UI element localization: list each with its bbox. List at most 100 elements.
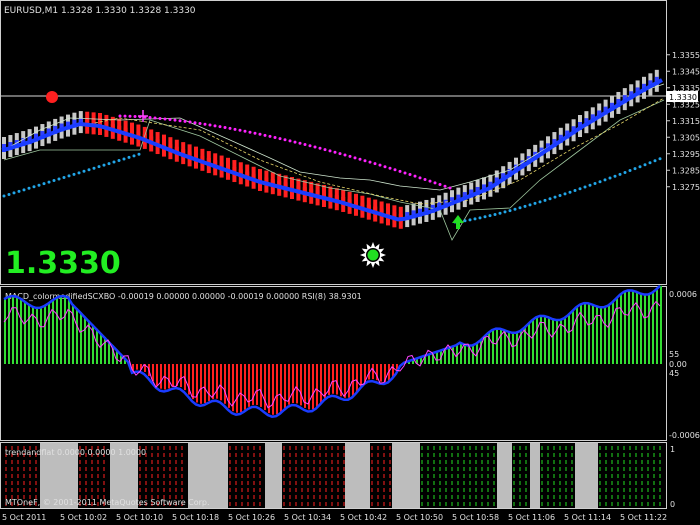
price-axis-label: 1.3345 <box>672 67 700 76</box>
lower-dot <box>2 194 6 198</box>
upper-dot <box>168 118 172 122</box>
lower-dot <box>618 172 622 176</box>
price-axis-label: 1.3355 <box>672 51 700 60</box>
macd-bar <box>284 364 286 408</box>
upper-dot <box>358 157 362 161</box>
lower-dot <box>77 171 81 175</box>
time-label: 5 Oct 11:14 <box>564 513 611 522</box>
trend-axis-label-0: 0 <box>670 500 675 509</box>
macd-bar <box>512 332 514 364</box>
lower-dot <box>493 212 497 216</box>
lower-dot <box>37 183 41 187</box>
lower-dot <box>558 194 562 198</box>
upper-dot <box>178 119 182 123</box>
flat-block <box>345 443 370 508</box>
lower-dot <box>27 186 31 190</box>
macd-bar <box>428 354 430 364</box>
macd-bar <box>4 299 6 364</box>
upper-dot <box>273 135 277 139</box>
macd-bar <box>8 296 10 364</box>
lower-dot <box>573 188 577 192</box>
macd-bar <box>360 364 362 387</box>
lower-dot <box>508 209 512 213</box>
upper-dot <box>223 126 227 130</box>
macd-bar <box>436 352 438 364</box>
upper-dot <box>238 128 242 132</box>
lower-dot <box>628 169 632 173</box>
lower-dot <box>137 152 141 156</box>
macd-panel[interactable]: MACD_colormodifiedSCXBO -0.00019 0.00000… <box>0 284 700 441</box>
macd-axis-label-45: 45 <box>669 369 679 378</box>
upper-dot <box>333 150 337 154</box>
time-label: 5 Oct 11:06 <box>508 513 555 522</box>
upper-dot <box>268 134 272 138</box>
time-label: 5 Oct 10:26 <box>228 513 275 522</box>
time-label: 5 Oct 10:42 <box>340 513 387 522</box>
macd-bar <box>200 364 202 404</box>
macd-bar <box>516 332 518 364</box>
macd-bar <box>80 312 82 364</box>
lower-dot <box>608 176 612 180</box>
macd-bar <box>244 364 246 410</box>
price-axis-label: 1.3275 <box>672 183 700 192</box>
red-dot-icon <box>46 91 58 103</box>
macd-bar <box>532 320 534 364</box>
flat-block <box>265 443 282 508</box>
macd-bar <box>644 294 646 364</box>
lower-dot <box>523 204 527 208</box>
lower-dot <box>463 219 467 223</box>
upper-dot <box>283 138 287 142</box>
upper-dot <box>443 184 447 188</box>
lower-dot <box>533 201 537 205</box>
macd-bar <box>56 298 58 364</box>
lower-dot <box>42 182 46 186</box>
macd-bar <box>504 329 506 364</box>
price-panel[interactable]: EURUSD,M1 1.3328 1.3330 1.3328 1.3330 1.… <box>0 0 700 285</box>
lower-dot <box>473 217 477 221</box>
lower-dot <box>92 166 96 170</box>
lower-dot <box>613 174 617 178</box>
lower-dot <box>132 154 136 158</box>
price-axis: 1.33551.33451.33351.33251.33151.33051.32… <box>666 51 700 192</box>
lower-dot <box>62 175 66 179</box>
macd-bar <box>608 305 610 364</box>
flat-block <box>392 443 420 508</box>
lower-dot <box>588 183 592 187</box>
upper-dot <box>198 121 202 125</box>
lower-dot <box>12 191 16 195</box>
macd-bar <box>84 316 86 364</box>
lower-dot <box>7 192 11 196</box>
lower-dot <box>563 192 567 196</box>
macd-bar <box>496 328 498 364</box>
lower-dot <box>658 157 662 161</box>
macd-bar <box>160 364 162 389</box>
lower-dot <box>623 170 627 174</box>
macd-bar <box>492 330 494 364</box>
trend-panel[interactable]: trendandflat 0.0000 0.0000 1.0000 1 0 MT… <box>0 442 676 510</box>
lower-dot <box>553 195 557 199</box>
upper-dot <box>403 171 407 175</box>
macd-bar <box>460 342 462 364</box>
lower-dot <box>32 185 36 189</box>
lower-dot <box>543 198 547 202</box>
lower-dot <box>107 162 111 166</box>
macd-bar <box>452 346 454 364</box>
lower-dot <box>513 207 517 211</box>
upper-dot <box>433 181 437 185</box>
upper-dot <box>418 176 422 180</box>
macd-bar <box>216 364 218 399</box>
macd-axis-label-top: 0.0006 <box>669 290 697 299</box>
upper-dot <box>373 162 377 166</box>
price-axis-label: 1.3315 <box>672 117 700 126</box>
macd-bar <box>572 311 574 364</box>
macd-bar <box>588 303 590 364</box>
time-label: 5 Oct 10:10 <box>116 513 163 522</box>
macd-bar <box>656 289 658 364</box>
macd-bar <box>592 304 594 364</box>
upper-dot <box>363 159 367 163</box>
upper-dot <box>258 132 262 136</box>
macd-bar <box>100 333 102 364</box>
lower-dot <box>598 180 602 184</box>
price-axis-label: 1.3285 <box>672 166 700 175</box>
macd-bar <box>356 364 358 392</box>
